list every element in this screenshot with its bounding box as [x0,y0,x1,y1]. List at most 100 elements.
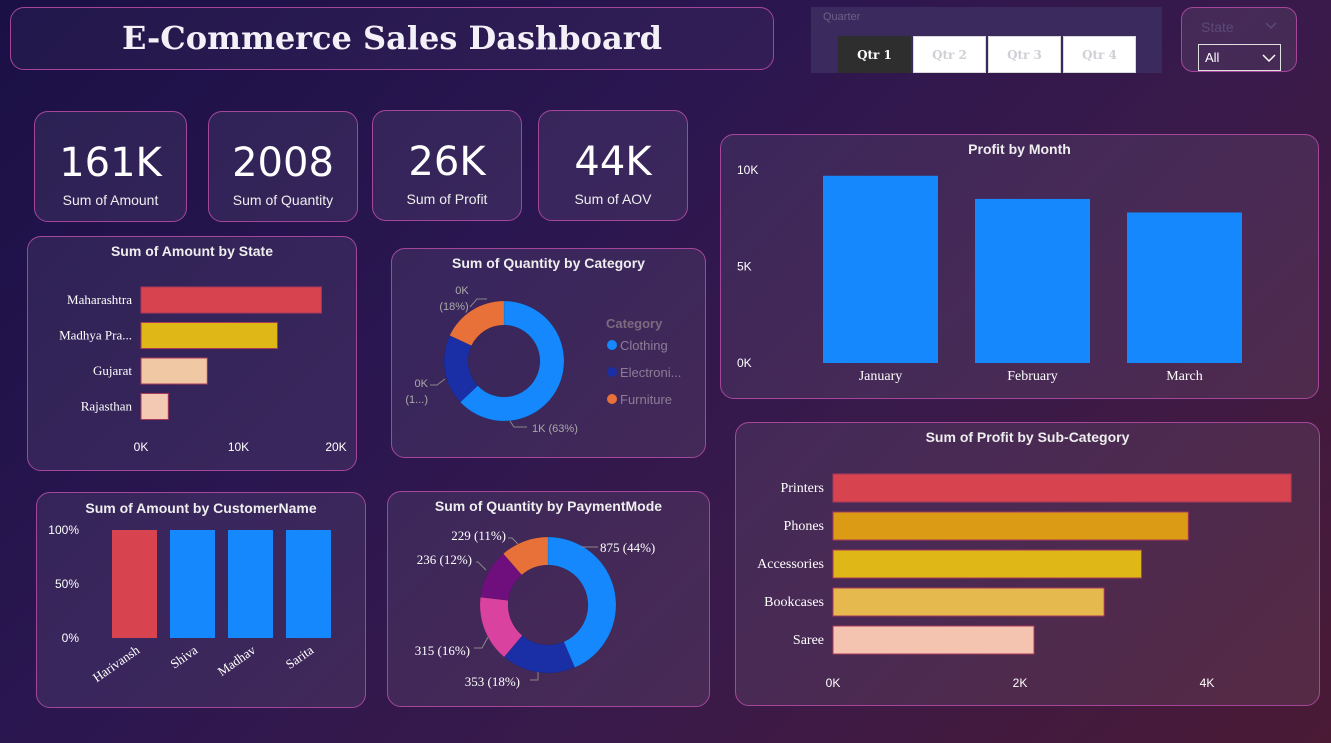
category-chart: 1K (63%) 0K (1...) 0K (18%) Category Clothing E… [405,285,681,435]
bar-harivansh [112,530,157,638]
category-label: Sarita [283,642,317,672]
state-chart: Maharashtra Madhya Pra... Gujarat Rajasthan… [59,286,347,454]
kpi-amount-caption: Sum of Amount [62,192,159,208]
category-label: Rajasthan [81,399,133,414]
kpi-quantity-value: 2008 [232,140,334,186]
bar-printers [832,473,1292,503]
category-label: Saree [793,633,824,648]
bar-madhav [228,530,273,638]
leader-line [474,636,489,649]
dashboard-title-box: E-Commerce Sales Dashboard [10,7,774,70]
slice-label: 0K [455,285,469,297]
leader-line [476,561,487,571]
x-tick-label: 2K [1013,676,1028,690]
subcategory-chart-card: Sum of Profit by Sub-Category Printers Ph… [735,422,1320,706]
slice-label: 315 (16%) [415,643,470,658]
category-label: Maharashtra [67,292,132,307]
bar-saree [832,625,1035,655]
category-label: February [1007,369,1058,384]
kpi-profit-value: 26K [408,139,486,185]
bar-madhya-pra- [140,322,278,349]
y-tick-label: 50% [55,577,79,591]
legend-label: Electroni... [620,365,681,380]
legend-label: Clothing [620,338,668,353]
bar-march [1127,212,1242,363]
bar-bookcases [832,587,1105,617]
x-tick-label: 0K [826,676,841,690]
category-label: Madhya Pra... [59,328,132,343]
kpi-amount-value: 161K [59,140,162,186]
y-tick-label: 100% [48,523,79,537]
legend-marker [607,367,617,377]
state-dropdown[interactable]: All [1198,44,1281,71]
kpi-quantity-caption: Sum of Quantity [232,192,334,208]
x-tick-label: 10K [228,440,249,454]
category-label: Madhav [215,642,259,679]
slice-label: 229 (11%) [451,528,506,543]
dashboard-title: E-Commerce Sales Dashboard [122,19,662,57]
state-dropdown-value: All [1205,50,1220,65]
slice-label: (1...) [405,394,428,406]
category-label: Phones [784,519,824,534]
slice-label: 236 (12%) [417,552,472,567]
category-label: Printers [780,481,824,496]
slice-label: (18%) [439,301,468,313]
x-tick-label: 0K [134,440,149,454]
bar-gujarat [140,357,208,385]
category-label: March [1166,369,1203,384]
qtr-3-button[interactable]: Qtr 3 [988,36,1061,73]
kpi-aov-value: 44K [574,139,652,185]
category-label: Bookcases [764,595,824,610]
legend-marker [607,340,617,350]
subcategory-chart: Printers Phones Accessories Bookcases Saree 0… [757,473,1292,690]
y-tick-label: 5K [737,260,752,274]
bar-accessories [832,549,1143,579]
quarter-slicer: Quarter Qtr 1 Qtr 2 Qtr 3 Qtr 4 [811,7,1162,73]
y-tick-label: 0% [62,631,80,645]
kpi-card-aov: 44K Sum of AOV [538,110,688,221]
x-tick-label: 20K [325,440,346,454]
qtr-1-button[interactable]: Qtr 1 [838,36,911,73]
month-chart-card: Profit by Month January February March 0K 5K… [720,134,1319,399]
y-tick-label: 10K [737,163,758,177]
bar-rajasthan [140,393,169,420]
payment-chart-card: Sum of Quantity by PaymentMode 875 (44%)… [387,491,710,707]
bar-february [975,198,1090,363]
month-chart: January February March 0K 5K 10K [737,163,1242,384]
category-label: Accessories [757,557,824,572]
category-label: Shiva [167,642,200,671]
category-label: Harivansh [90,642,143,685]
state-slicer-label: State [1201,19,1234,35]
bar-sarita [286,530,331,638]
customer-chart: Harivansh Shiva Madhav Sarita 0% 50% 100% [48,523,331,685]
bar-january [823,175,938,363]
legend-marker [607,394,617,404]
category-label: January [859,369,903,384]
bar-maharashtra [140,286,322,314]
customer-chart-card: Sum of Amount by CustomerName Harivansh S… [36,492,366,708]
dropdown-chevron-icon [1262,54,1276,63]
category-chart-card: Sum of Quantity by Category 1K (63%) 0K (1… [391,248,706,458]
state-chart-card: Sum of Amount by State Maharashtra Madhya… [27,236,357,471]
kpi-aov-caption: Sum of AOV [574,191,652,207]
slice-label: 353 (18%) [465,674,520,689]
state-slicer: State All [1181,7,1297,72]
x-tick-label: 4K [1200,676,1215,690]
qtr-2-button[interactable]: Qtr 2 [913,36,986,73]
kpi-card-amount: 161K Sum of Amount [34,111,187,222]
slice-label: 0K [415,378,429,390]
quarter-slicer-label: Quarter [823,11,861,23]
kpi-card-quantity: 2008 Sum of Quantity [208,111,358,222]
category-label: Gujarat [93,363,132,378]
leader-line [430,378,446,386]
legend-title: Category [606,316,663,331]
slice-label: 875 (44%) [600,540,655,555]
payment-chart: 875 (44%) 353 (18%) 315 (16%) 236 (12%) 229 … [415,528,656,689]
bar-shiva [170,530,215,638]
kpi-card-profit: 26K Sum of Profit [372,110,522,221]
leader-line [508,537,519,545]
qtr-4-button[interactable]: Qtr 4 [1063,36,1136,73]
chevron-down-icon[interactable] [1265,20,1277,32]
bar-phones [832,511,1189,541]
legend-label: Furniture [620,392,672,407]
